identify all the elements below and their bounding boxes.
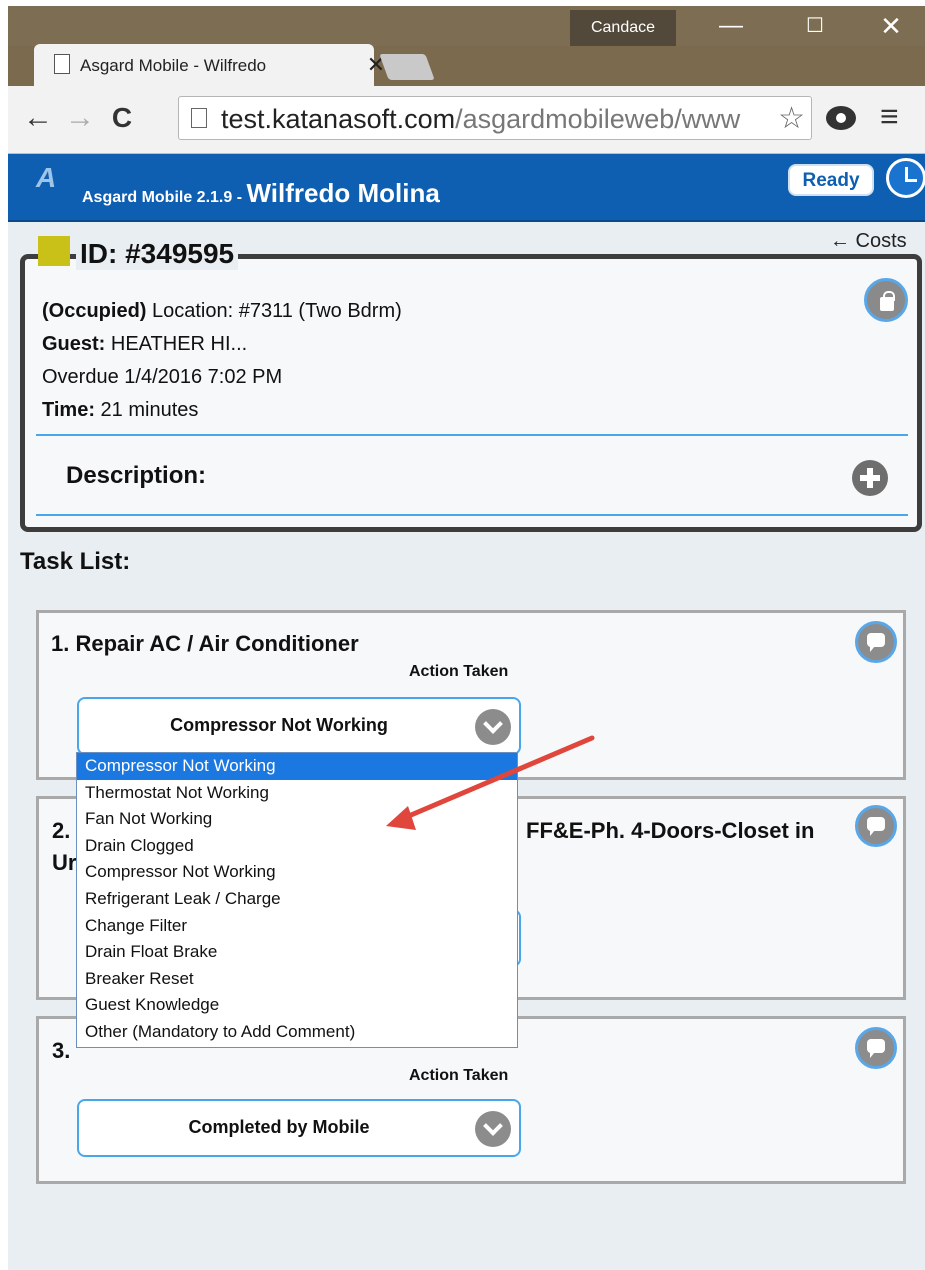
comment-icon[interactable] (855, 621, 897, 663)
time-value: 21 minutes (94, 399, 199, 421)
action-taken-label: Action Taken (409, 663, 509, 680)
maximize-button[interactable]: ☐ (788, 6, 842, 46)
minimize-button[interactable]: — (704, 6, 758, 46)
guest-value: HEATHER HI... (105, 333, 248, 355)
forward-button[interactable]: → (62, 100, 98, 136)
app-title: Asgard Mobile 2.1.9 - Wilfredo Molina (82, 178, 440, 209)
action-taken-label: Action Taken (409, 1067, 509, 1084)
divider (36, 514, 908, 516)
dropdown-option[interactable]: Change Filter (77, 913, 517, 940)
new-tab-button[interactable] (379, 54, 435, 80)
location-line: (Occupied) Location: #7311 (Two Bdrm) (42, 300, 402, 323)
chevron-down-icon (475, 709, 511, 745)
bookmark-star-icon[interactable]: ☆ (778, 101, 805, 136)
bag-icon[interactable] (864, 278, 908, 322)
action-taken-select[interactable]: Completed by Mobile (77, 1099, 521, 1157)
costs-link[interactable]: ← Costs (830, 230, 907, 253)
close-window-button[interactable]: ✕ (864, 6, 918, 46)
url-host: test.katanasoft.com (221, 104, 456, 134)
browser-toolbar: ← → C test.katanasoft.com/asgardmobilewe… (8, 86, 925, 154)
action-taken-dropdown-list[interactable]: Compressor Not Working Thermostat Not Wo… (76, 752, 518, 1048)
job-id: ID: #349595 (76, 238, 239, 270)
time-label: Time: (42, 399, 95, 421)
title-bar: Candace — ☐ ✕ (8, 6, 925, 46)
occupancy-status: (Occupied) (42, 300, 147, 322)
chevron-down-icon (475, 1111, 511, 1147)
dropdown-option[interactable]: Thermostat Not Working (77, 780, 517, 807)
guest-label: Guest: (42, 333, 106, 355)
dropdown-option[interactable]: Other (Mandatory to Add Comment) (77, 1019, 517, 1046)
dropdown-option[interactable]: Guest Knowledge (77, 992, 517, 1019)
app-page: A Asgard Mobile 2.1.9 - Wilfredo Molina … (8, 154, 925, 1270)
overdue-line: Overdue 1/4/2016 7:02 PM (42, 366, 283, 388)
action-taken-select[interactable]: Compressor Not Working (77, 697, 521, 755)
job-card (20, 254, 922, 532)
job-status-square (38, 236, 70, 266)
address-bar[interactable]: test.katanasoft.com/asgardmobileweb/www … (178, 96, 812, 140)
task-title: 1. Repair AC / Air Conditioner (51, 631, 359, 656)
dropdown-option[interactable]: Drain Clogged (77, 833, 517, 860)
dropdown-option[interactable]: Fan Not Working (77, 806, 517, 833)
time-line: Time: 21 minutes (42, 399, 198, 422)
task-2-number: 2. (52, 818, 71, 843)
ready-status-button[interactable]: Ready (788, 164, 874, 196)
guest-line: Guest: HEATHER HI... (42, 333, 247, 356)
dropdown-option[interactable]: Breaker Reset (77, 966, 517, 993)
browser-window: Candace — ☐ ✕ Asgard Mobile - Wilfredo ✕… (8, 6, 925, 1270)
dropdown-option[interactable]: Compressor Not Working (77, 753, 517, 780)
browser-menu-icon[interactable]: ≡ (880, 98, 899, 135)
divider (36, 434, 908, 436)
comment-icon[interactable] (855, 1027, 897, 1069)
user-name: Wilfredo Molina (246, 178, 440, 208)
profile-button[interactable]: Candace (570, 10, 676, 46)
page-info-icon[interactable] (191, 108, 207, 128)
selected-value: Completed by Mobile (188, 1117, 370, 1137)
comment-icon[interactable] (855, 805, 897, 847)
location-text: Location: #7311 (Two Bdrm) (146, 300, 402, 322)
clock-icon[interactable] (886, 158, 925, 198)
dropdown-option[interactable]: Compressor Not Working (77, 859, 517, 886)
url-path: /asgardmobileweb/www (455, 104, 741, 134)
asgard-logo-icon: A (36, 162, 57, 193)
add-description-icon[interactable] (852, 460, 888, 496)
description-label: Description: (66, 462, 207, 489)
selected-value: Compressor Not Working (170, 715, 388, 735)
tab-title: Asgard Mobile - Wilfredo (80, 56, 267, 75)
task-2-title-wrap: Ur (52, 850, 77, 875)
extension-eye-icon[interactable] (826, 106, 856, 130)
dropdown-option[interactable]: Drain Float Brake (77, 939, 517, 966)
url-text[interactable]: test.katanasoft.com/asgardmobileweb/www (221, 104, 771, 135)
back-button[interactable]: ← (20, 100, 56, 136)
reload-button[interactable]: C (104, 100, 140, 136)
page-icon (54, 54, 70, 74)
task-2-title-end: FF&E-Ph. 4-Doors-Closet in (526, 818, 815, 843)
task-list-heading: Task List: (20, 548, 131, 575)
task-3-number: 3. (52, 1038, 71, 1063)
dropdown-option[interactable]: Refrigerant Leak / Charge (77, 886, 517, 913)
app-version: Asgard Mobile 2.1.9 - (82, 189, 247, 206)
app-header: A Asgard Mobile 2.1.9 - Wilfredo Molina … (8, 154, 925, 222)
browser-tab[interactable]: Asgard Mobile - Wilfredo ✕ (34, 44, 385, 88)
